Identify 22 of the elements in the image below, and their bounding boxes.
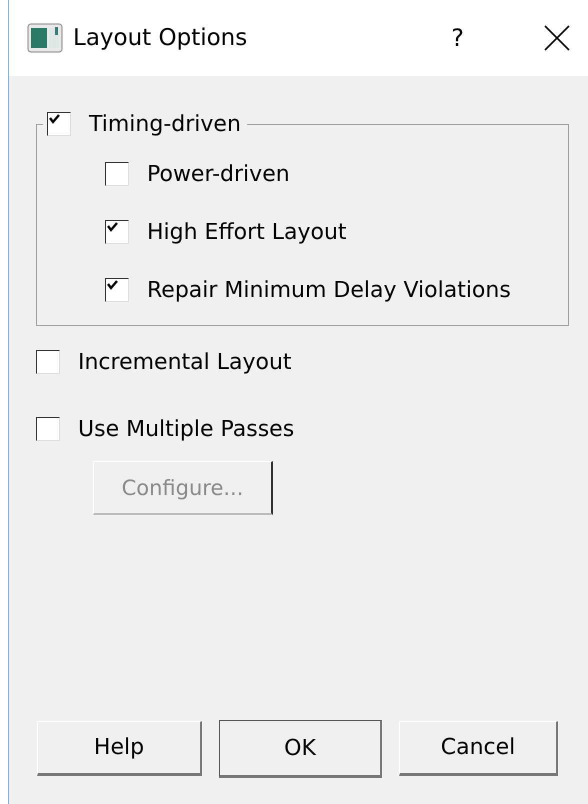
checkbox-label: Power-driven [147, 162, 290, 186]
checkbox[interactable] [105, 278, 129, 302]
checkbox[interactable] [105, 162, 129, 186]
checkbox[interactable] [47, 112, 71, 136]
checkbox-label: Repair Minimum Delay Violations [147, 278, 511, 302]
checkbox-label: Timing-driven [89, 112, 241, 136]
dialog-button[interactable]: OK [219, 720, 382, 778]
dialog-button[interactable]: Help [37, 721, 202, 776]
checkbox-label: Incremental Layout [78, 350, 292, 374]
dialog-button[interactable]: Cancel [399, 721, 558, 776]
checkbox-label: High Effort Layout [147, 220, 347, 244]
checkbox[interactable] [105, 220, 129, 244]
window-title: Layout Options [73, 25, 248, 51]
close-icon[interactable] [544, 25, 570, 51]
help-button[interactable]: ? [451, 24, 464, 52]
checkmark-icon [48, 113, 62, 125]
checkbox[interactable] [36, 417, 60, 441]
checkmark-icon [106, 279, 120, 291]
window-app-icon [27, 23, 63, 53]
checkmark-icon [106, 221, 120, 233]
checkbox[interactable] [36, 350, 60, 374]
checkbox-label: Use Multiple Passes [78, 416, 294, 442]
